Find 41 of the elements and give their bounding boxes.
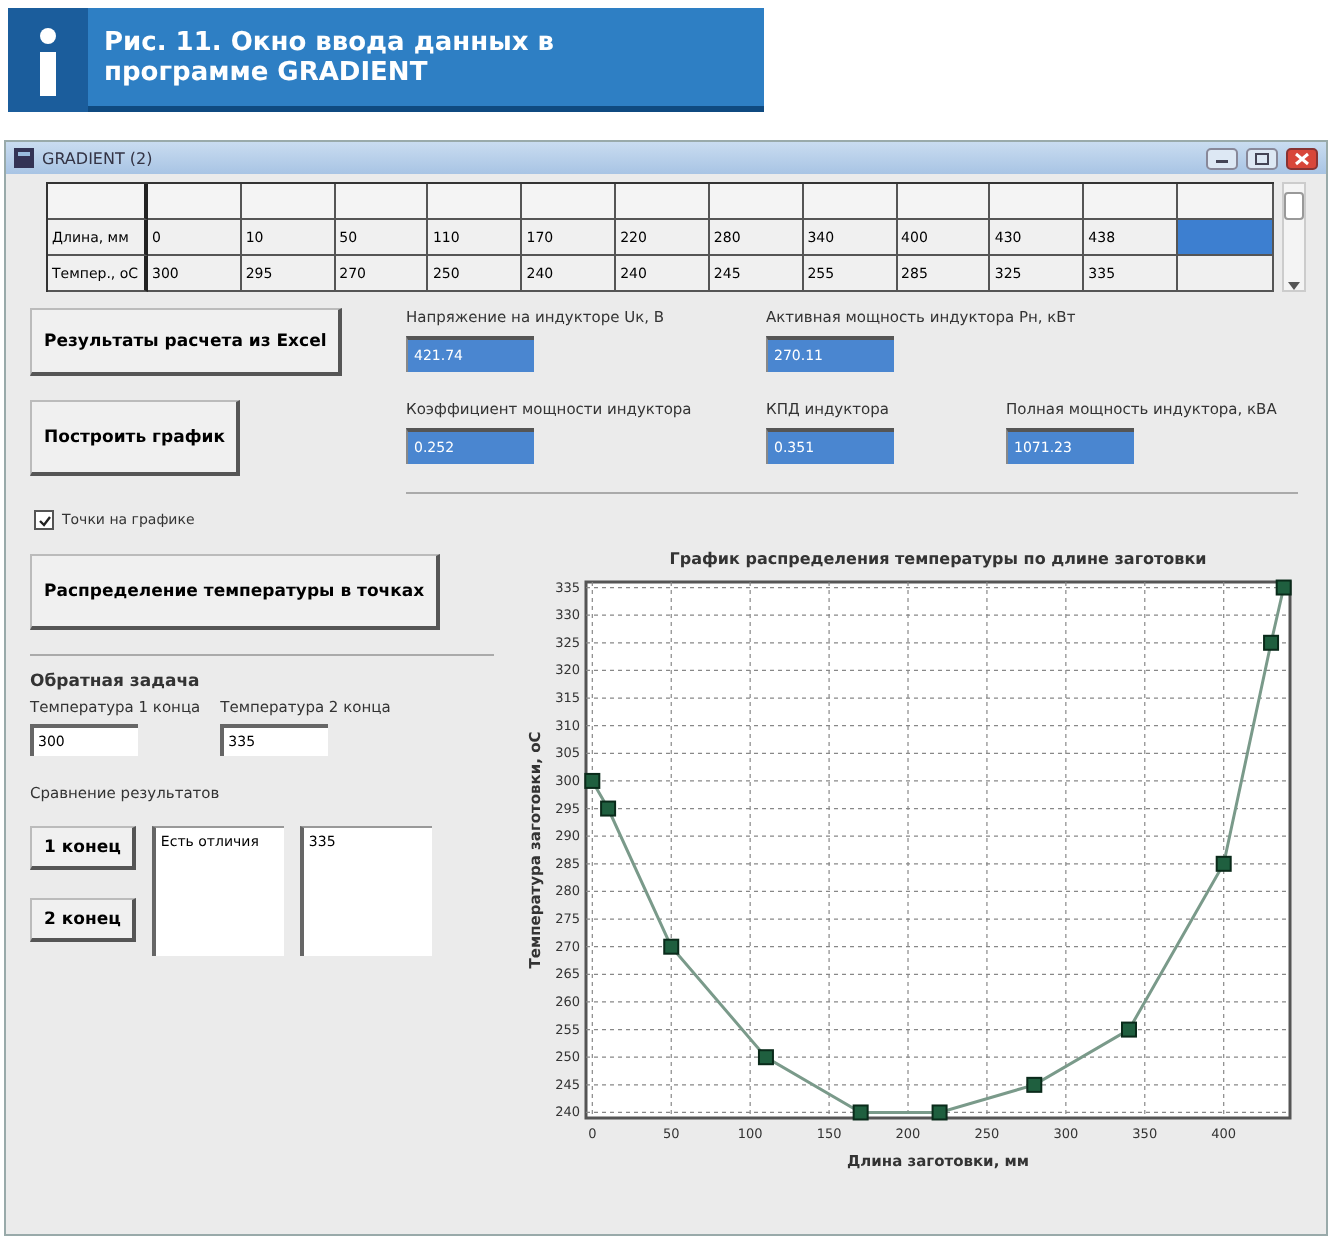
header-cell <box>1177 184 1274 220</box>
down-arrow-icon[interactable] <box>1288 282 1300 290</box>
data-point <box>852 1104 869 1121</box>
load-results-button[interactable]: Результаты расчета из Excel <box>30 308 343 376</box>
header-cell <box>48 184 148 220</box>
data-point <box>600 800 617 817</box>
data-point <box>1121 1021 1137 1038</box>
data-point <box>1263 634 1280 651</box>
header-cell <box>803 184 898 220</box>
header-cell <box>428 184 523 220</box>
app-icon <box>14 148 34 168</box>
header-cell <box>522 184 617 220</box>
data-point <box>1215 855 1232 872</box>
chart-title: График распределения температуры по длине заготовки <box>669 550 1207 568</box>
header-cell <box>616 184 710 220</box>
figure-caption: Рис. 11. Окно ввода данных в программе GRADIENT <box>104 27 556 87</box>
data-point <box>1026 1076 1043 1093</box>
info-icon <box>8 8 88 112</box>
header-cell <box>148 184 242 220</box>
header-cell <box>241 184 336 220</box>
checkbox[interactable] <box>34 510 54 530</box>
header-cell <box>709 184 804 220</box>
end-button[interactable]: 1 конец <box>30 826 137 870</box>
scrollbar[interactable] <box>1282 182 1306 292</box>
distribution-button[interactable]: Распределение температуры в точках <box>30 554 441 630</box>
header-cell <box>990 184 1085 220</box>
data-point <box>757 1049 774 1066</box>
data-point <box>584 772 601 789</box>
maximize-icon[interactable] <box>1246 147 1278 169</box>
data-point <box>1275 579 1292 596</box>
header-cell <box>335 184 429 220</box>
minimize-icon[interactable] <box>1206 147 1238 169</box>
close-icon[interactable] <box>1286 147 1318 169</box>
data-point <box>931 1104 948 1121</box>
plot-button[interactable]: Построить график <box>30 400 241 476</box>
header-cell <box>897 184 991 220</box>
section-title: Обратная задача <box>30 672 202 692</box>
data-point <box>663 938 680 955</box>
window-title: GRADIENT (2) <box>42 149 155 167</box>
header-cell <box>1084 184 1178 220</box>
end-button[interactable]: 2 конец <box>30 898 137 942</box>
